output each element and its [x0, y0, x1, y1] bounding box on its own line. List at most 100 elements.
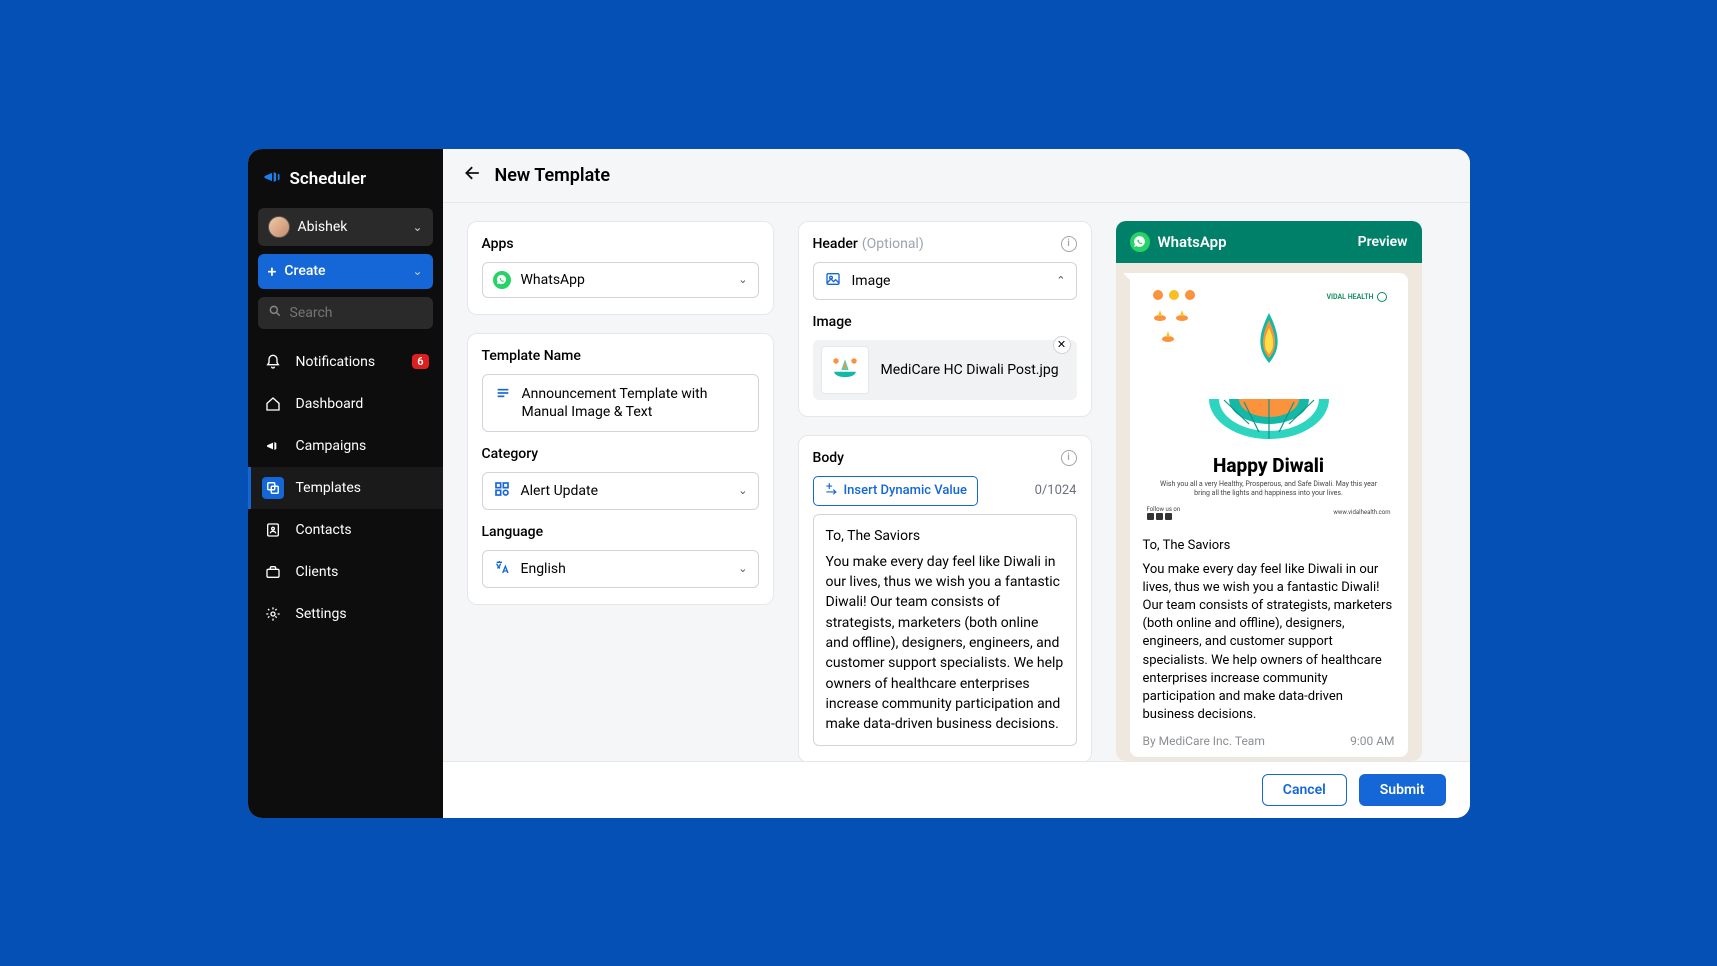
image-icon: [824, 271, 842, 291]
nav: Notifications 6 Dashboard Campaigns Temp…: [248, 341, 443, 635]
social-icons: [1147, 513, 1181, 520]
info-icon[interactable]: i: [1061, 236, 1077, 252]
chevron-down-icon: ⌄: [738, 273, 747, 286]
poster-footer: Follow us on www.vidalhealth.com: [1147, 506, 1391, 520]
briefcase-icon: [264, 563, 282, 581]
header-type-select[interactable]: Image ⌃: [813, 262, 1077, 300]
body-textarea[interactable]: To, The Saviors You make every day feel …: [813, 514, 1077, 747]
search-input[interactable]: [290, 305, 468, 321]
nav-dashboard[interactable]: Dashboard: [248, 383, 443, 425]
nav-label: Settings: [296, 606, 347, 622]
apps-select[interactable]: WhatsApp ⌄: [482, 262, 759, 298]
back-arrow-icon[interactable]: [463, 163, 483, 188]
nav-label: Notifications: [296, 354, 376, 370]
language-icon: [493, 559, 511, 579]
uploaded-file: ✕ MediCare HC Diwali Post.jpg: [813, 340, 1077, 400]
category-select[interactable]: Alert Update ⌄: [482, 472, 759, 510]
chevron-down-icon: ⌄: [412, 264, 422, 278]
poster-brand: VIDAL HEALTH: [1326, 292, 1386, 302]
body-content: You make every day feel like Diwali in o…: [826, 552, 1064, 735]
avatar: [268, 216, 290, 238]
home-icon: [264, 395, 282, 413]
diya-icon: [1234, 308, 1304, 398]
chevron-up-icon: ⌃: [1056, 274, 1065, 287]
content: Apps WhatsApp ⌄ Template Name Announceme…: [443, 203, 1470, 761]
preview-card: WhatsApp Preview: [1116, 221, 1422, 761]
bell-icon: [264, 353, 282, 371]
create-button[interactable]: + Create ⌄: [258, 254, 433, 289]
chevron-down-icon: ⌄: [738, 562, 747, 575]
body-label: Body i: [813, 450, 1077, 466]
message-footer: By MediCare Inc. Team 9:00 AM: [1143, 734, 1395, 748]
form-column-middle: Header (Optional) i Image ⌃ Image ✕: [798, 221, 1092, 761]
file-name: MediCare HC Diwali Post.jpg: [881, 362, 1059, 378]
preview-body: VIDAL HEALTH: [1116, 263, 1422, 761]
whatsapp-icon: [493, 271, 511, 289]
poster-image: VIDAL HEALTH: [1139, 282, 1399, 528]
language-value: English: [521, 561, 566, 577]
template-name-value: Announcement Template with Manual Image …: [522, 385, 747, 421]
page-title: New Template: [495, 165, 611, 186]
preview-label: Preview: [1358, 234, 1408, 250]
chevron-down-icon: ⌄: [412, 220, 422, 234]
message-bubble: VIDAL HEALTH: [1130, 273, 1408, 758]
user-menu[interactable]: Abishek ⌄: [258, 208, 433, 246]
message-text: You make every day feel like Diwali in o…: [1143, 561, 1395, 725]
apps-label: Apps: [482, 236, 759, 252]
category-value: Alert Update: [521, 483, 599, 499]
body-greeting: To, The Saviors: [826, 526, 1064, 546]
sidebar: Scheduler Abishek ⌄ + Create ⌄ Notificat…: [248, 149, 443, 818]
contacts-icon: [264, 521, 282, 539]
char-counter: 0/1024: [1035, 483, 1077, 498]
user-name: Abishek: [298, 219, 405, 235]
nav-templates[interactable]: Templates: [248, 467, 443, 509]
insert-dynamic-value-button[interactable]: Insert Dynamic Value: [813, 476, 978, 506]
app-logo: Scheduler: [248, 149, 443, 206]
submit-button[interactable]: Submit: [1359, 774, 1446, 806]
template-name-label: Template Name: [482, 348, 759, 364]
preview-app-name: WhatsApp: [1158, 233, 1227, 251]
topbar: New Template: [443, 149, 1470, 203]
form-column-left: Apps WhatsApp ⌄ Template Name Announceme…: [467, 221, 774, 761]
main: New Template Apps WhatsApp ⌄ Template Na…: [443, 149, 1470, 818]
message-time: 9:00 AM: [1350, 734, 1394, 748]
garland-decoration: [1153, 290, 1195, 300]
nav-label: Contacts: [296, 522, 352, 538]
preview-column: WhatsApp Preview: [1116, 221, 1422, 761]
language-select[interactable]: English ⌄: [482, 550, 759, 588]
template-name-input[interactable]: Announcement Template with Manual Image …: [482, 374, 759, 432]
create-label: Create: [284, 263, 404, 279]
body-card: Body i Insert Dynamic Value 0/1024 To, T…: [798, 435, 1092, 761]
chevron-down-icon: ⌄: [738, 484, 747, 497]
gear-icon: [264, 605, 282, 623]
nav-settings[interactable]: Settings: [248, 593, 443, 635]
message-greeting: To, The Saviors: [1143, 538, 1395, 553]
message-sender: By MediCare Inc. Team: [1143, 734, 1265, 748]
info-icon[interactable]: i: [1061, 450, 1077, 466]
nav-label: Campaigns: [296, 438, 367, 454]
category-icon: [493, 481, 511, 501]
preview-header: WhatsApp Preview: [1116, 221, 1422, 263]
megaphone-icon: [262, 167, 282, 192]
nav-contacts[interactable]: Contacts: [248, 509, 443, 551]
nav-notifications[interactable]: Notifications 6: [248, 341, 443, 383]
app-window: Scheduler Abishek ⌄ + Create ⌄ Notificat…: [248, 149, 1470, 818]
nav-clients[interactable]: Clients: [248, 551, 443, 593]
cancel-button[interactable]: Cancel: [1262, 774, 1347, 806]
insert-icon: [824, 482, 838, 500]
header-label: Header (Optional) i: [813, 236, 1077, 252]
notification-badge: 6: [412, 354, 428, 369]
body-toolbar: Insert Dynamic Value 0/1024: [813, 476, 1077, 506]
remove-file-button[interactable]: ✕: [1053, 336, 1071, 354]
file-thumbnail: [821, 346, 869, 394]
rangoli-icon: [1204, 394, 1334, 444]
poster-subtitle: Wish you all a very Healthy, Prosperous,…: [1147, 480, 1391, 498]
app-name: Scheduler: [290, 169, 367, 189]
poster-title: Happy Diwali: [1147, 454, 1391, 477]
category-label: Category: [482, 446, 759, 462]
search-bar[interactable]: [258, 297, 433, 329]
nav-campaigns[interactable]: Campaigns: [248, 425, 443, 467]
apps-value: WhatsApp: [521, 272, 585, 288]
templates-icon: [264, 479, 282, 497]
search-icon: [268, 304, 282, 322]
